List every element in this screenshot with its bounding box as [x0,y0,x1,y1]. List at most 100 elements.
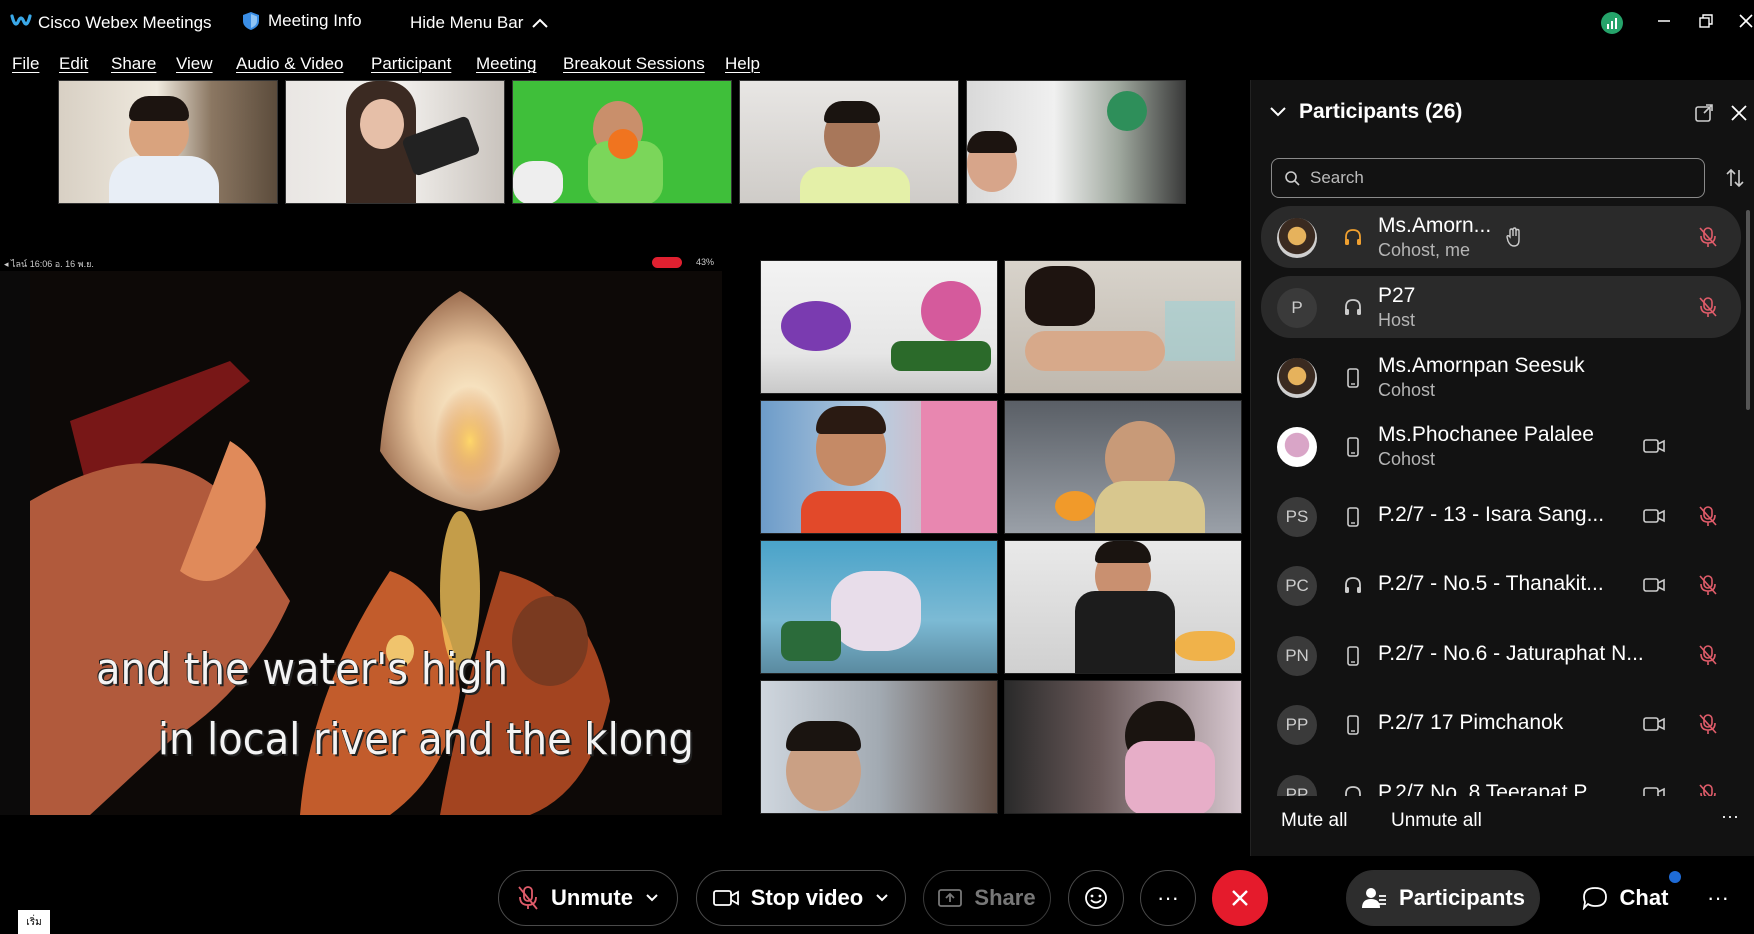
phone-icon [1347,437,1359,457]
video-tile[interactable] [1004,260,1242,394]
video-tile[interactable] [1004,540,1242,674]
bowl [513,161,563,203]
unmute-label: Unmute [551,885,633,910]
menu-meeting[interactable]: Meeting [476,54,536,74]
meeting-controls: Unmute Stop video Share ··· Participants… [0,856,1754,934]
close-window-button[interactable] [1732,8,1754,34]
menu-file[interactable]: File [12,54,39,74]
participant-row[interactable]: PP P.2/7 No. 8 Teerapat P... [1261,763,1741,796]
participant-name: P.2/7 No. 8 Teerapat P... [1378,781,1603,796]
muted-mic-icon[interactable] [1697,644,1719,666]
video-camera-icon[interactable] [1643,435,1665,457]
shared-device-status-bar: ◂ ไลน์ 16:06 อ. 16 พ.ย. 43% [0,255,722,271]
headset-icon [1345,229,1361,245]
emoji-icon [1085,887,1107,909]
stop-video-button[interactable]: Stop video [696,870,906,926]
hide-menu-bar-button[interactable]: Hide Menu Bar [410,13,549,33]
video-camera-icon[interactable] [1643,713,1665,735]
muted-mic-icon[interactable] [1697,713,1719,735]
minimize-button[interactable] [1650,8,1678,34]
participant-row[interactable]: P P27 Host [1261,276,1741,338]
muted-mic-icon[interactable] [1697,783,1719,796]
restore-icon [1699,14,1713,28]
meeting-info-label: Meeting Info [268,11,362,30]
menu-edit[interactable]: Edit [59,54,88,74]
participant-row[interactable]: PN P.2/7 - No.6 - Jaturaphat N... [1261,624,1741,686]
muted-mic-icon[interactable] [1697,226,1719,248]
more-options-icon[interactable]: ··· [1721,806,1739,827]
menu-participant[interactable]: Participant [371,54,451,74]
network-signal-icon[interactable] [1601,12,1623,34]
phone-icon [1347,507,1359,527]
shared-screen[interactable]: ◂ ไลน์ 16:06 อ. 16 พ.ย. 43% and the wate… [0,255,722,815]
participant-hair [824,101,880,123]
video-tile[interactable] [1004,680,1242,814]
menu-share[interactable]: Share [111,54,156,74]
chevron-down-icon[interactable] [645,893,659,903]
avatar: P [1277,288,1317,328]
participant-row[interactable]: Ms.Amorn... Cohost, me [1261,206,1741,268]
participant-body [1125,741,1215,813]
participants-button[interactable]: Participants [1346,870,1540,926]
meeting-info-button[interactable]: Meeting Info [242,11,362,31]
video-thumbnail[interactable] [739,80,959,204]
menu-audio-video[interactable]: Audio & Video [236,54,343,74]
lyric-line-2: in local river and the klong [158,715,694,765]
video-tile[interactable] [760,260,998,394]
taskbar-start-button[interactable]: เริ่ม [18,910,50,934]
more-icon: ··· [1707,885,1729,910]
menu-view[interactable]: View [176,54,213,74]
recording-pill [652,257,682,268]
panel-footer: Mute all Unmute all ··· [1251,800,1754,856]
flower [1055,491,1095,521]
menu-breakout-sessions[interactable]: Breakout Sessions [563,54,705,74]
menu-help[interactable]: Help [725,54,760,74]
video-thumbnail[interactable] [58,80,278,204]
close-panel-icon[interactable] [1731,105,1747,121]
mute-all-button[interactable]: Mute all [1281,810,1348,832]
adult-arm [921,401,997,533]
participant-row[interactable]: Ms.Amornpan Seesuk Cohost [1261,346,1741,408]
phone-icon [1347,368,1359,388]
video-thumbnail[interactable] [966,80,1186,204]
muted-mic-icon[interactable] [1697,574,1719,596]
avatar [1277,427,1317,467]
participant-row[interactable]: PP P.2/7 17 Pimchanok [1261,693,1741,755]
scrollbar[interactable] [1746,210,1750,410]
chevron-down-icon[interactable] [1269,106,1287,118]
reactions-button[interactable] [1068,870,1124,926]
participant-search-input[interactable]: Search [1271,158,1705,198]
more-button[interactable]: ··· [1140,870,1196,926]
fan [1107,91,1147,131]
share-icon [938,889,963,907]
unmute-button[interactable]: Unmute [498,870,678,926]
muted-mic-icon[interactable] [1697,296,1719,318]
popout-icon[interactable] [1695,104,1713,122]
webex-logo-icon [10,14,32,26]
chevron-down-icon[interactable] [875,893,889,903]
leave-meeting-button[interactable] [1212,870,1268,926]
toolbar-more-button[interactable]: ··· [1690,870,1746,926]
chat-button[interactable]: Chat [1560,870,1690,926]
video-camera-icon[interactable] [1643,505,1665,527]
restore-button[interactable] [1692,8,1720,34]
share-button[interactable]: Share [923,870,1051,926]
avatar: PC [1277,566,1317,606]
avatar: PS [1277,497,1317,537]
participant-row[interactable]: Ms.Phochanee Palalee Cohost [1261,415,1741,477]
video-tile[interactable] [760,540,998,674]
video-camera-icon[interactable] [1643,783,1665,796]
video-thumbnail[interactable] [285,80,505,204]
muted-mic-icon[interactable] [1697,505,1719,527]
sort-icon[interactable] [1725,168,1745,188]
video-tile[interactable] [1004,400,1242,534]
participant-row[interactable]: PC P.2/7 - No.5 - Thanakit... [1261,554,1741,616]
video-tile[interactable] [760,680,998,814]
video-thumbnail[interactable] [512,80,732,204]
unmute-all-button[interactable]: Unmute all [1391,810,1482,832]
video-tile[interactable] [760,400,998,534]
participant-row[interactable]: PS P.2/7 - 13 - Isara Sang... [1261,485,1741,547]
status-time: ◂ ไลน์ 16:06 อ. 16 พ.ย. [4,259,94,269]
participant-hair [1095,541,1151,563]
video-camera-icon[interactable] [1643,574,1665,596]
